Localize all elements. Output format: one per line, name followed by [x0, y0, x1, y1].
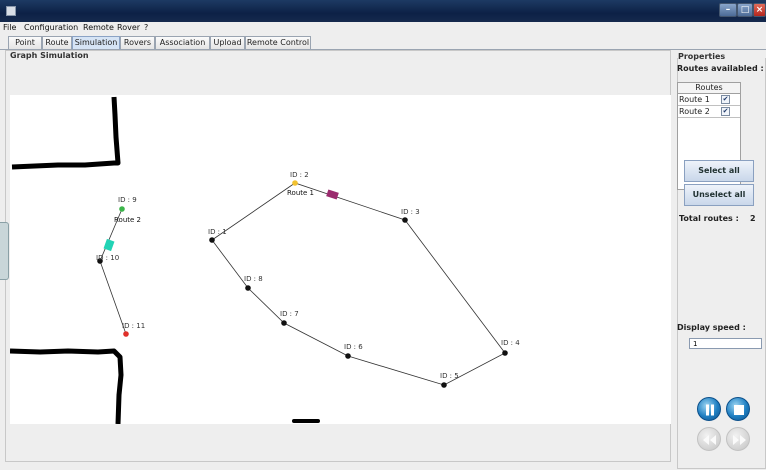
tab-association[interactable]: Association	[155, 36, 210, 49]
menu-remote[interactable]: Remote	[83, 23, 114, 32]
tab-bar: Point Route Simulation Rovers Associatio…	[0, 35, 766, 50]
pause-button[interactable]	[697, 397, 721, 421]
table-row[interactable]: Route 2 ✔	[678, 106, 740, 118]
properties-panel: Properties Routes availabled : Routes Ro…	[675, 50, 766, 470]
fast-forward-button[interactable]	[726, 427, 750, 451]
tab-rovers[interactable]: Rovers	[120, 36, 155, 49]
window-title-bar: – □ ×	[0, 0, 766, 22]
node-label: ID : 10	[96, 254, 119, 262]
graph-node-start[interactable]	[119, 206, 125, 212]
graph-node[interactable]	[292, 180, 298, 186]
node-label: ID : 2	[290, 171, 309, 179]
menu-bar: File Configuration Remote Rover ?	[0, 22, 766, 35]
tab-route[interactable]: Route	[42, 36, 72, 49]
select-all-button[interactable]: Select all	[684, 160, 754, 182]
fast-forward-icon	[733, 435, 746, 445]
graph-node[interactable]	[345, 353, 351, 359]
route-name: Route 1	[679, 95, 710, 104]
route-1-path	[211, 182, 506, 386]
pause-icon	[706, 404, 714, 416]
side-panel-handle[interactable]	[0, 222, 9, 280]
route-checkbox[interactable]: ✔	[721, 95, 730, 104]
node-label: ID : 1	[208, 228, 227, 236]
route-label: Route 1	[287, 189, 314, 197]
display-speed-input[interactable]	[689, 338, 762, 349]
menu-file[interactable]: File	[3, 23, 16, 32]
route-2-path	[99, 208, 127, 335]
close-button[interactable]: ×	[753, 3, 766, 17]
total-routes-value: 2	[750, 214, 756, 223]
simulation-canvas[interactable]: ID : 1 ID : 2 ID : 3 ID : 4 ID : 5 ID : …	[10, 95, 671, 424]
app-icon	[6, 6, 16, 16]
graph-node[interactable]	[209, 237, 215, 243]
tab-point[interactable]: Point	[8, 36, 42, 49]
rover-route-1[interactable]	[326, 189, 339, 200]
properties-title: Properties	[678, 52, 726, 61]
node-label: ID : 9	[118, 196, 137, 204]
obstacle-wall-bottom	[10, 348, 124, 424]
minimize-button[interactable]: –	[719, 3, 737, 17]
menu-rover[interactable]: Rover	[117, 23, 140, 32]
table-row[interactable]: Route 1 ✔	[678, 94, 740, 106]
rewind-icon	[703, 435, 716, 445]
graph-node[interactable]	[502, 350, 508, 356]
node-label: ID : 6	[344, 343, 363, 351]
routes-available-label: Routes availabled :	[677, 64, 764, 73]
node-label: ID : 7	[280, 310, 299, 318]
maximize-button[interactable]: □	[737, 3, 753, 17]
graph-simulation-title: Graph Simulation	[8, 51, 91, 60]
graph-node-end[interactable]	[123, 331, 129, 337]
unselect-all-button[interactable]: Unselect all	[684, 184, 754, 206]
menu-help[interactable]: ?	[144, 23, 148, 32]
stop-button[interactable]	[726, 397, 750, 421]
node-label: ID : 5	[440, 372, 459, 380]
route-name: Route 2	[679, 107, 710, 116]
graph-node[interactable]	[402, 217, 408, 223]
graph-node[interactable]	[245, 285, 251, 291]
obstacle-wall-top	[11, 96, 121, 170]
maximize-icon: □	[740, 5, 750, 15]
node-label: ID : 3	[401, 208, 420, 216]
tab-simulation[interactable]: Simulation	[72, 36, 120, 49]
graph-node[interactable]	[441, 382, 447, 388]
node-label: ID : 4	[501, 339, 520, 347]
total-routes-label: Total routes :	[679, 214, 739, 223]
simulation-graph: ID : 1 ID : 2 ID : 3 ID : 4 ID : 5 ID : …	[10, 96, 520, 424]
stop-icon	[734, 405, 744, 415]
tab-upload[interactable]: Upload	[210, 36, 245, 49]
route-checkbox[interactable]: ✔	[721, 107, 730, 116]
graph-node[interactable]	[281, 320, 287, 326]
minimize-icon: –	[725, 5, 731, 15]
display-speed-label: Display speed :	[677, 323, 746, 332]
route-label: Route 2	[114, 216, 141, 224]
rewind-button[interactable]	[697, 427, 721, 451]
tab-remote-control[interactable]: Remote Control	[245, 36, 311, 49]
close-icon: ×	[755, 5, 764, 15]
routes-column-header[interactable]: Routes	[678, 83, 740, 94]
menu-configuration[interactable]: Configuration	[24, 23, 78, 32]
node-label: ID : 8	[244, 275, 263, 283]
node-label: ID : 11	[122, 322, 145, 330]
